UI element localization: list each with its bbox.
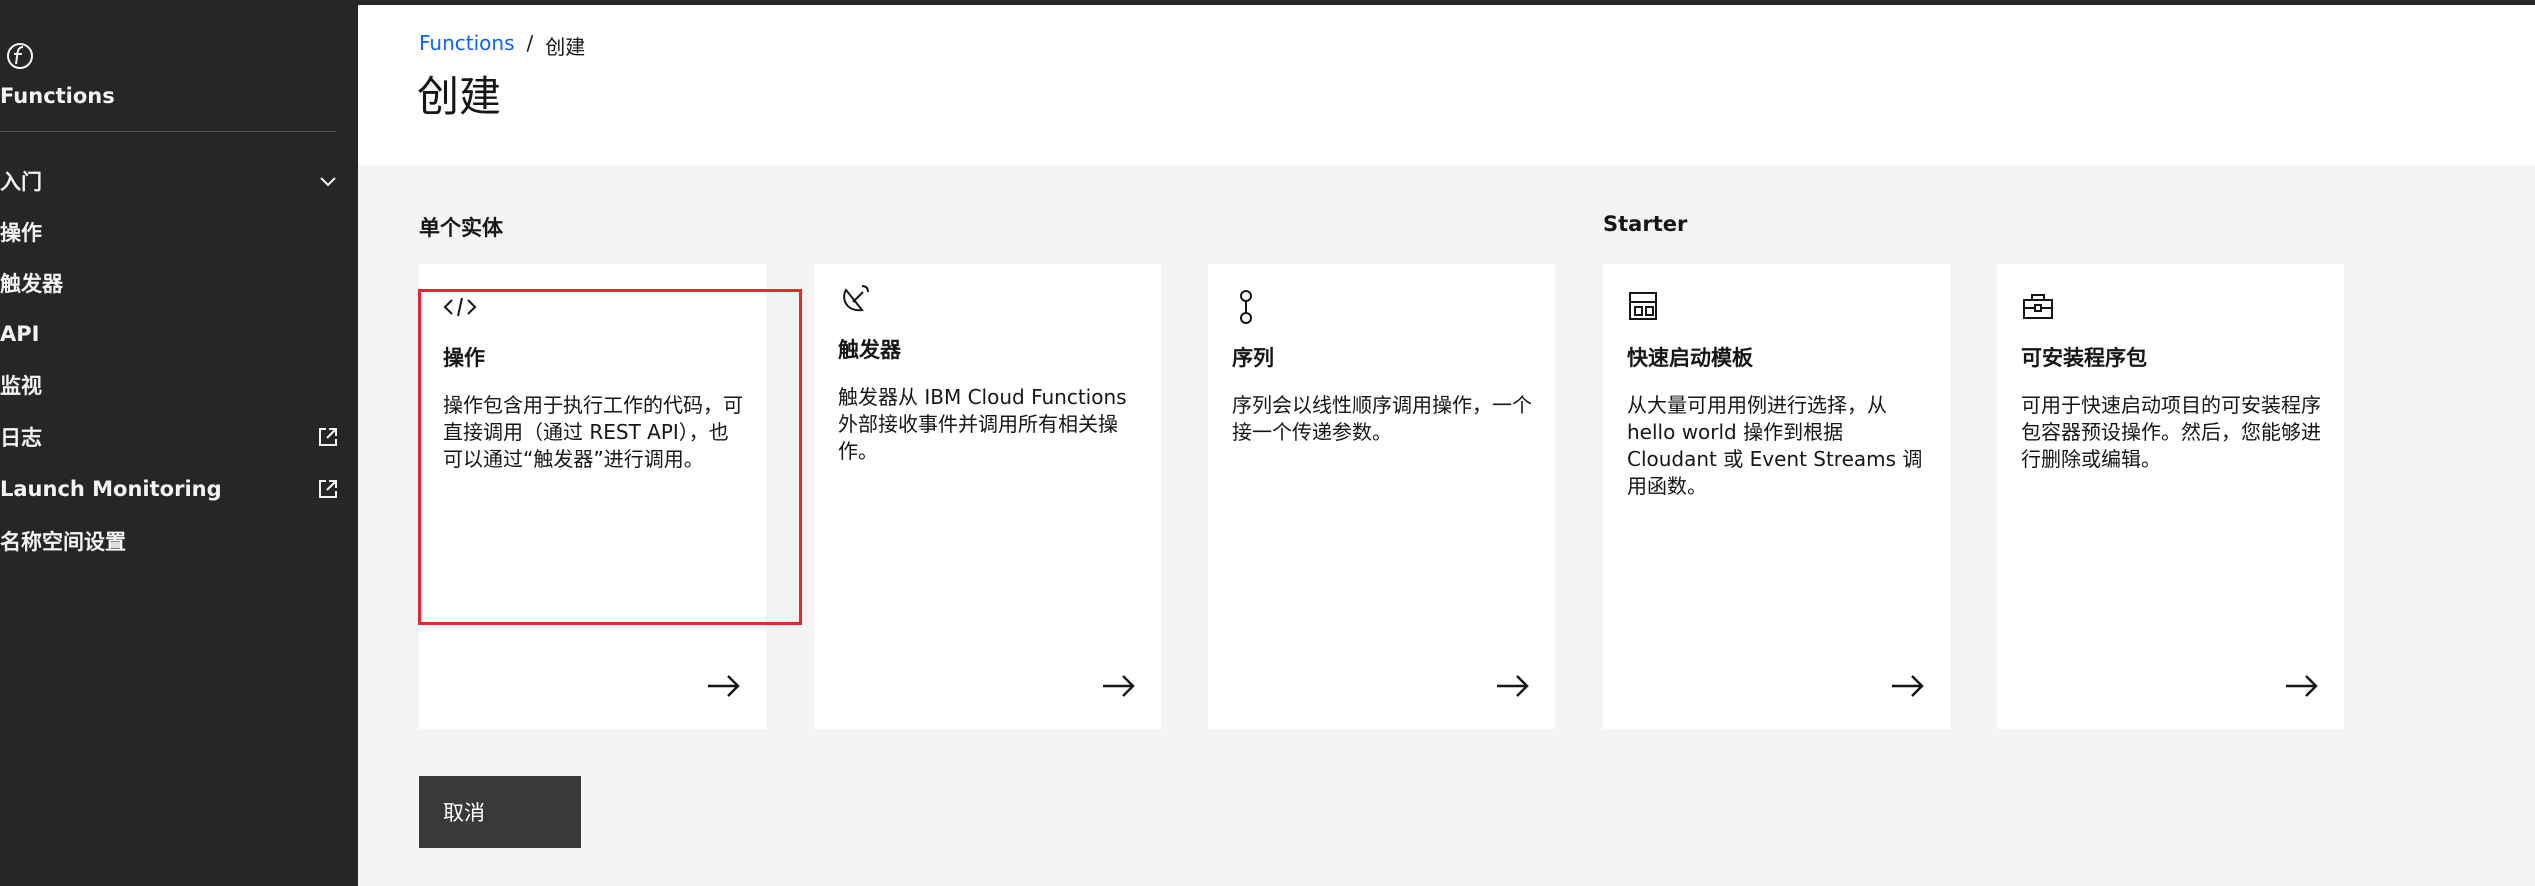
sidebar-item-namespace-settings[interactable]: 名称空间设置 — [0, 517, 358, 565]
chevron-down-icon — [316, 169, 340, 193]
sidebar-item-triggers[interactable]: 触发器 — [0, 259, 358, 307]
template-icon — [1627, 290, 1661, 324]
card-title: 可安装程序包 — [2021, 346, 2147, 370]
card-actions[interactable]: 操作 操作包含用于执行工作的代码，可直接调用（通过 REST API），也可以通… — [419, 264, 766, 729]
card-sequences[interactable]: 序列 序列会以线性顺序调用操作，一个接一个传递参数。 — [1208, 264, 1555, 729]
sequence-icon — [1232, 288, 1266, 324]
arrow-right-icon — [2284, 672, 2320, 700]
card-description: 序列会以线性顺序调用操作，一个接一个传递参数。 — [1232, 393, 1532, 444]
arrow-right-icon — [706, 672, 742, 700]
sidebar-item-label: Launch Monitoring — [0, 477, 222, 501]
arrow-right-icon — [1890, 672, 1926, 700]
arrow-right-icon — [1101, 672, 1137, 700]
card-title: 快速启动模板 — [1627, 346, 1753, 370]
sidebar-item-label: 触发器 — [0, 272, 63, 296]
sidebar-item-label: 操作 — [0, 221, 42, 245]
sidebar-item-label: 入门 — [0, 170, 42, 194]
sidebar-item-launch-monitoring[interactable]: Launch Monitoring — [0, 465, 358, 513]
section-label-starter: Starter — [1603, 212, 1688, 236]
sidebar-item-label: 名称空间设置 — [0, 530, 126, 554]
arrow-right-icon — [1495, 672, 1531, 700]
page-header: Functions / 创建 创建 — [358, 5, 2535, 165]
breadcrumb: Functions / 创建 — [419, 31, 585, 60]
breadcrumb-link-functions[interactable]: Functions — [419, 31, 515, 60]
card-description: 从大量可用用例进行选择，从 hello world 操作到根据 Cloudant… — [1627, 393, 1923, 498]
card-description: 触发器从 IBM Cloud Functions 外部接收事件并调用所有相关操作… — [838, 385, 1127, 463]
external-link-icon — [316, 425, 340, 449]
section-label-single-entity: 单个实体 — [419, 216, 503, 240]
sidebar-title: Functions — [0, 84, 115, 108]
sidebar-item-api[interactable]: API — [0, 310, 358, 358]
page-title: 创建 — [417, 72, 502, 121]
sidebar-item-label: 日志 — [0, 426, 42, 450]
cancel-button[interactable]: 取消 — [419, 776, 581, 848]
toolbox-icon — [2021, 290, 2055, 324]
card-triggers[interactable]: 触发器 触发器从 IBM Cloud Functions 外部接收事件并调用所有… — [814, 264, 1161, 729]
card-title: 触发器 — [838, 338, 901, 362]
breadcrumb-separator: / — [526, 31, 534, 55]
card-title: 序列 — [1232, 346, 1274, 370]
card-description: 可用于快速启动项目的可安装程序包容器预设操作。然后，您能够进行删除或编辑。 — [2021, 393, 2321, 471]
code-icon — [443, 290, 477, 324]
sidebar-item-monitor[interactable]: 监视 — [0, 361, 358, 409]
card-description: 操作包含用于执行工作的代码，可直接调用（通过 REST API），也可以通过“触… — [443, 393, 743, 471]
sidebar-item-getting-started[interactable]: 入门 — [0, 157, 358, 205]
sidebar-item-label: 监视 — [0, 374, 42, 398]
satellite-dish-icon — [838, 284, 872, 318]
sidebar: Functions 入门 操作 触发器 API 监视 日志 Launch Mon… — [0, 5, 358, 886]
card-title: 操作 — [443, 346, 485, 370]
breadcrumb-current: 创建 — [545, 35, 586, 59]
sidebar-divider — [0, 131, 336, 132]
card-installable-packages[interactable]: 可安装程序包 可用于快速启动项目的可安装程序包容器预设操作。然后，您能够进行删除… — [1997, 264, 2344, 729]
functions-logo-icon — [2, 38, 38, 74]
sidebar-item-logs[interactable]: 日志 — [0, 413, 358, 461]
card-quickstart-templates[interactable]: 快速启动模板 从大量可用用例进行选择，从 hello world 操作到根据 C… — [1603, 264, 1950, 729]
external-link-icon — [316, 477, 340, 501]
sidebar-item-actions[interactable]: 操作 — [0, 208, 358, 256]
sidebar-item-label: API — [0, 322, 40, 346]
